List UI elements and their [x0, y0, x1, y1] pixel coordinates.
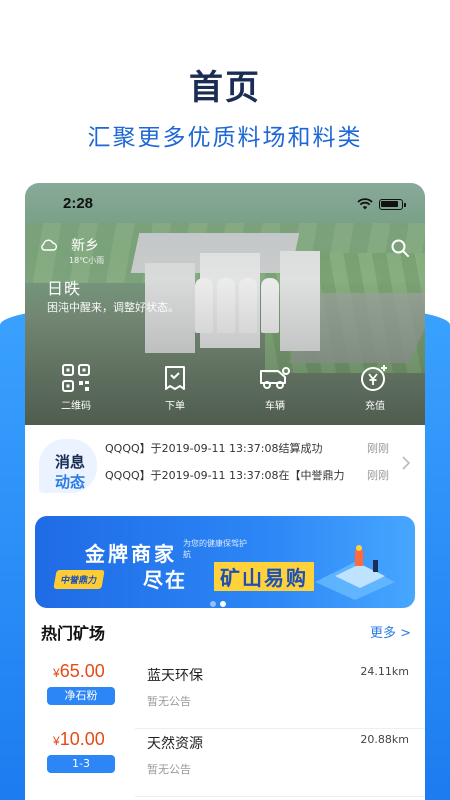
- truck-icon: [260, 367, 290, 389]
- quick-action-label: 下单: [165, 401, 185, 412]
- status-bar: 2:28: [25, 195, 425, 215]
- cloud-rain-icon: [41, 239, 58, 251]
- notice-item-time: 刚刚: [367, 442, 389, 455]
- banner-tag: 中誉鼎力: [53, 570, 105, 589]
- currency-symbol: ¥: [53, 734, 60, 748]
- price-value: 10.00: [59, 729, 105, 749]
- notice-item-text: QQQQ】于2019-09-11 13:37:08结算成功: [105, 442, 323, 455]
- quick-action-recharge[interactable]: 充值: [330, 363, 420, 412]
- banner-headline2a: 尽在: [143, 568, 187, 592]
- category-badge: 净石粉: [47, 687, 115, 705]
- wifi-icon: [357, 198, 373, 210]
- mine-name: 天然资源: [147, 736, 203, 752]
- price-value: 65.00: [59, 661, 105, 681]
- carousel-dot-active[interactable]: [220, 601, 226, 607]
- quick-action-qrcode[interactable]: 二维码: [31, 363, 121, 412]
- battery-icon: [379, 199, 406, 210]
- notice-panel[interactable]: 消息 动态 QQQQ】于2019-09-11 13:37:08结算成功 刚刚 Q…: [25, 425, 425, 505]
- mine-notice: 暂无公告: [147, 763, 191, 776]
- isometric-phone-illustration: [315, 545, 395, 600]
- notice-item-text: QQQQ】于2019-09-11 13:37:08在【中誉鼎力: [105, 469, 345, 482]
- price: ¥10.00: [53, 729, 105, 750]
- weather-city: 新乡: [71, 238, 99, 254]
- qrcode-icon: [62, 364, 90, 392]
- quick-action-truck[interactable]: 车辆: [230, 363, 320, 412]
- divider: [135, 796, 425, 797]
- banner-headline2b: 矿山易购: [214, 562, 314, 591]
- mine-name: 蓝天环保: [147, 668, 203, 684]
- weather-temp: 18℃小雨: [69, 256, 105, 265]
- phone-screen: 2:28 新乡 18℃小雨 日昳 困沌中醒来，调整好状态。 二维码 下单 车辆 …: [25, 183, 425, 800]
- chevron-right-icon[interactable]: [401, 455, 411, 471]
- notice-badge-line1: 消息: [55, 453, 86, 471]
- banner-small-text: 为您的健康保驾护航: [183, 539, 247, 559]
- recharge-icon: [361, 365, 387, 391]
- quick-action-label: 二维码: [61, 401, 91, 412]
- greeting-subtitle: 困沌中醒来，调整好状态。: [47, 301, 179, 314]
- quick-action-label: 充值: [365, 401, 385, 412]
- notice-item-time: 刚刚: [367, 469, 389, 482]
- banner-headline1: 金牌商家: [85, 542, 177, 566]
- promo-title: 首页: [189, 68, 261, 108]
- currency-symbol: ¥: [53, 666, 60, 680]
- mine-distance: 20.88km: [360, 733, 409, 746]
- notice-badge-line2: 动态: [55, 473, 86, 491]
- category-badge: 1-3: [47, 755, 115, 773]
- promo-subtitle: 汇聚更多优质料场和料类: [87, 125, 363, 151]
- hero-header: 2:28 新乡 18℃小雨 日昳 困沌中醒来，调整好状态。 二维码 下单 车辆 …: [25, 183, 425, 425]
- mine-notice: 暂无公告: [147, 695, 191, 708]
- search-icon[interactable]: [389, 237, 411, 259]
- carousel-dot[interactable]: [210, 601, 216, 607]
- status-time: 2:28: [63, 195, 94, 212]
- list-item[interactable]: ¥10.00 1-3 天然资源 暂无公告 20.88km: [25, 729, 425, 797]
- mine-distance: 24.11km: [360, 665, 409, 678]
- notice-badge: 消息 动态: [39, 439, 99, 494]
- list-item[interactable]: ¥65.00 净石粉 蓝天环保 暂无公告 24.11km: [25, 661, 425, 729]
- quick-action-order[interactable]: 下单: [130, 363, 220, 412]
- section-title: 热门矿场: [41, 624, 106, 643]
- quick-action-label: 车辆: [265, 401, 285, 412]
- more-link[interactable]: 更多 >: [370, 622, 411, 641]
- greeting-title: 日昳: [47, 279, 82, 298]
- price: ¥65.00: [53, 661, 105, 682]
- order-icon: [165, 366, 185, 390]
- carousel-dots: [208, 592, 228, 611]
